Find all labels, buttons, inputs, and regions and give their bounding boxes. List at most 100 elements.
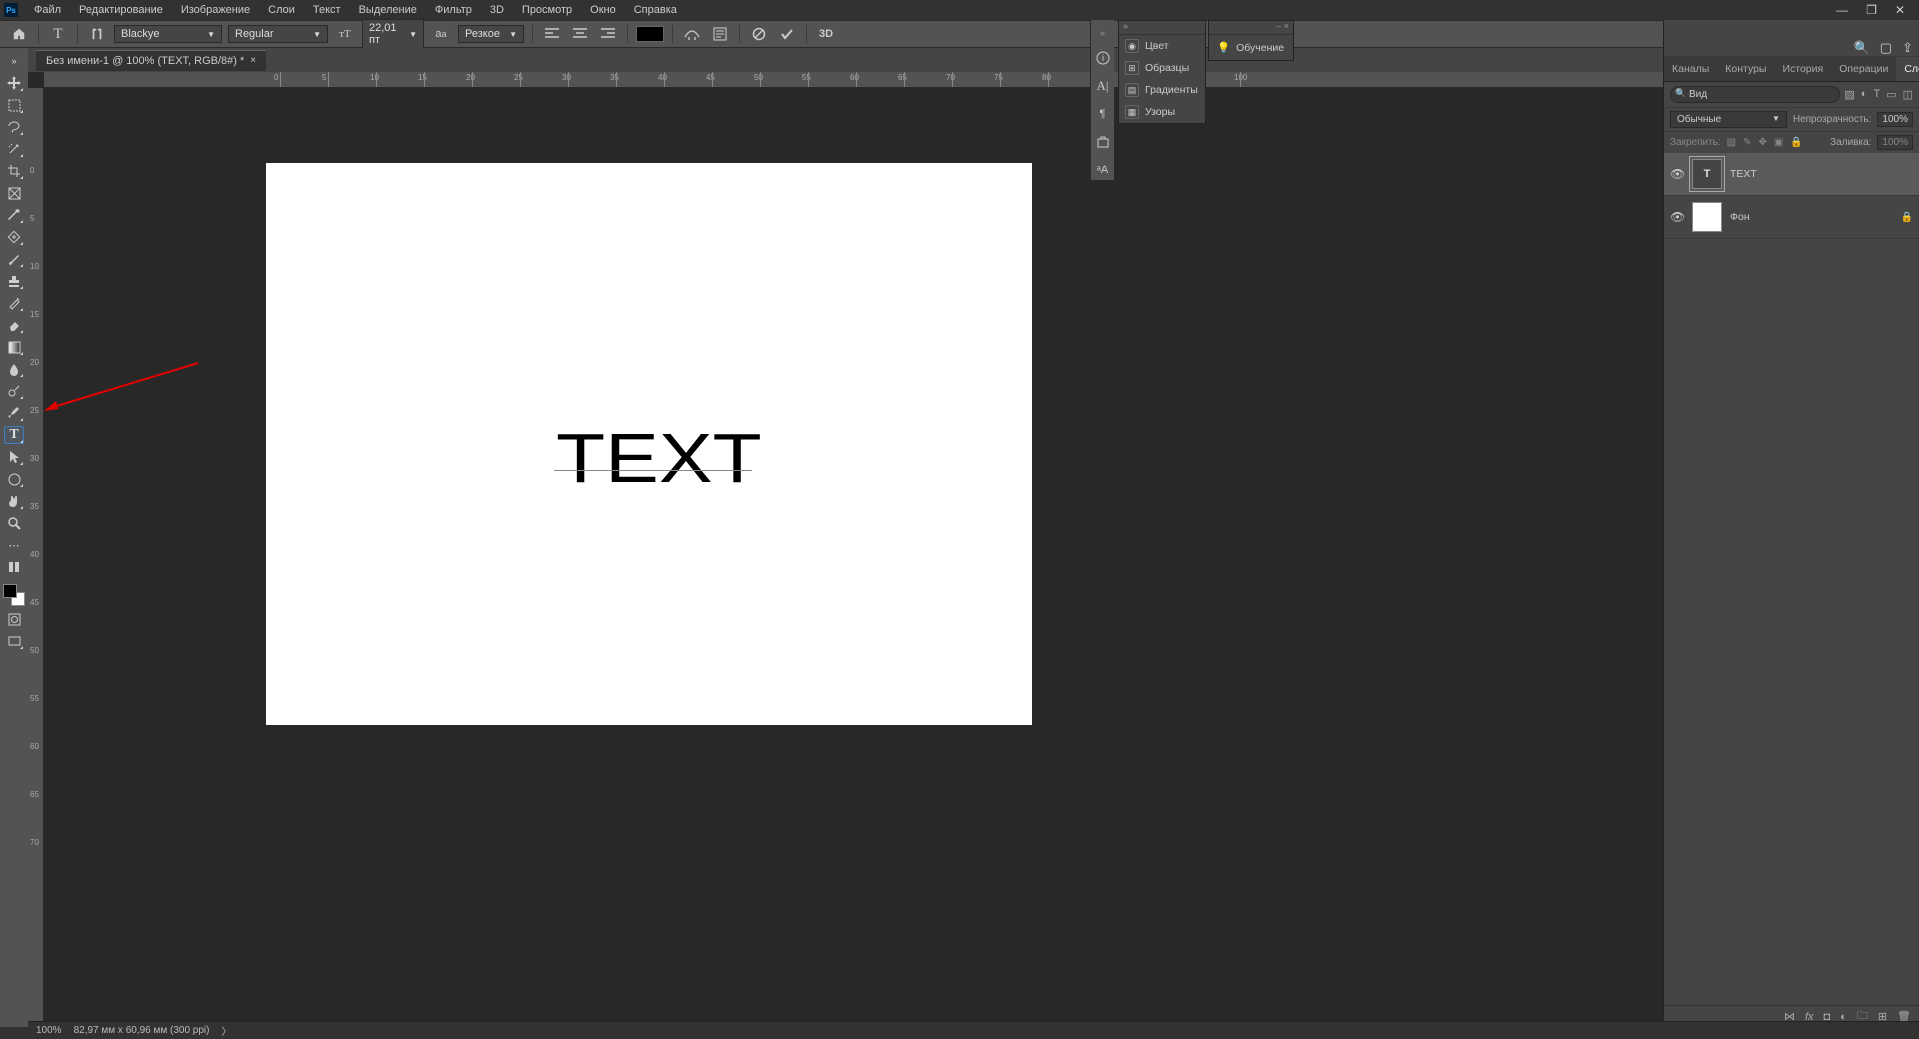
libraries-icon[interactable]: [1095, 134, 1111, 150]
stamp-tool[interactable]: [4, 272, 24, 290]
lock-move-icon[interactable]: ✥: [1759, 137, 1767, 148]
learn-minimize-icon[interactable]: –: [1276, 21, 1281, 34]
canvas-viewport[interactable]: TEXT: [44, 88, 1919, 1027]
visibility-icon[interactable]: 👁: [1670, 167, 1684, 181]
antialias-dropdown[interactable]: Резкое▼: [458, 25, 524, 43]
opacity-value[interactable]: 100%: [1877, 112, 1913, 127]
minimize-button[interactable]: —: [1832, 3, 1852, 17]
menu-layers[interactable]: Слои: [260, 2, 303, 18]
menu-file[interactable]: Файл: [26, 2, 69, 18]
3d-icon[interactable]: 3D: [815, 23, 837, 45]
search-icon[interactable]: 🔍: [1854, 40, 1870, 56]
close-button[interactable]: ✕: [1891, 3, 1909, 17]
fill-value[interactable]: 100%: [1877, 135, 1913, 150]
visibility-icon[interactable]: 👁: [1670, 210, 1684, 224]
blur-tool[interactable]: [4, 360, 24, 378]
hand-tool[interactable]: [4, 492, 24, 510]
tab-layers[interactable]: Слои: [1896, 57, 1919, 81]
menu-help[interactable]: Справка: [626, 2, 685, 18]
menu-window[interactable]: Окно: [582, 2, 624, 18]
collapse-chevron-icon[interactable]: »: [1100, 28, 1105, 38]
layer-thumbnail[interactable]: T: [1692, 159, 1722, 189]
frame-tool[interactable]: [4, 184, 24, 202]
menu-select[interactable]: Выделение: [351, 2, 425, 18]
layer-thumbnail[interactable]: [1692, 202, 1722, 232]
filter-type-icon[interactable]: T: [1873, 88, 1880, 101]
share-icon[interactable]: ⇪: [1902, 40, 1913, 56]
layer-name[interactable]: Фон: [1730, 211, 1750, 223]
flyout-gradients[interactable]: ▤Градиенты: [1119, 79, 1205, 101]
more-tools[interactable]: ⋯: [4, 536, 24, 554]
flyout-patterns[interactable]: ▦Узоры: [1119, 101, 1205, 123]
edit-toolbar-icon[interactable]: [4, 558, 24, 576]
tab-actions[interactable]: Операции: [1831, 57, 1896, 81]
character-icon[interactable]: A|: [1095, 78, 1111, 94]
workspace-icon[interactable]: ▢: [1880, 40, 1892, 56]
flyout-color[interactable]: ◉Цвет: [1119, 35, 1205, 57]
lock-all-icon[interactable]: 🔒: [1790, 137, 1802, 148]
pen-tool[interactable]: [4, 404, 24, 422]
filter-pixel-icon[interactable]: ▨: [1844, 88, 1854, 101]
maximize-button[interactable]: ❐: [1862, 3, 1881, 17]
doc-dimensions[interactable]: 82,97 мм x 60,96 мм (300 ppi): [74, 1025, 210, 1036]
history-brush-tool[interactable]: [4, 294, 24, 312]
menu-3d[interactable]: 3D: [482, 2, 512, 18]
menu-view[interactable]: Просмотр: [514, 2, 580, 18]
screenmode-icon[interactable]: [4, 632, 24, 650]
text-color-swatch[interactable]: [636, 26, 664, 42]
orientation-icon[interactable]: [86, 23, 108, 45]
shape-tool[interactable]: [4, 470, 24, 488]
learn-close-icon[interactable]: ×: [1284, 21, 1289, 34]
font-style-dropdown[interactable]: Regular▼: [228, 25, 328, 43]
quick-mask-icon[interactable]: [4, 610, 24, 628]
color-picker[interactable]: [3, 584, 25, 606]
layer-row[interactable]: 👁 Фон 🔒: [1664, 196, 1919, 239]
filter-shape-icon[interactable]: ▭: [1886, 88, 1896, 101]
align-center-icon[interactable]: [569, 23, 591, 45]
canvas-text[interactable]: TEXT: [556, 418, 762, 498]
glyphs-icon[interactable]: ᵃA: [1095, 162, 1111, 178]
cancel-icon[interactable]: [748, 23, 770, 45]
dodge-tool[interactable]: [4, 382, 24, 400]
home-icon[interactable]: [8, 23, 30, 45]
filter-adjust-icon[interactable]: ◐: [1861, 88, 1868, 101]
commit-icon[interactable]: [776, 23, 798, 45]
paragraph-icon[interactable]: ¶: [1095, 106, 1111, 122]
layer-filter-input[interactable]: Вид: [1670, 86, 1840, 103]
wand-tool[interactable]: [4, 140, 24, 158]
blend-mode-dropdown[interactable]: Обычные▼: [1670, 111, 1787, 128]
flyout-swatches[interactable]: ⊞Образцы: [1119, 57, 1205, 79]
expand-icon[interactable]: »: [4, 52, 24, 70]
marquee-tool[interactable]: [4, 96, 24, 114]
lock-pixels-icon[interactable]: ▨: [1727, 137, 1736, 148]
menu-edit[interactable]: Редактирование: [71, 2, 171, 18]
warp-text-icon[interactable]: [681, 23, 703, 45]
character-panel-icon[interactable]: [709, 23, 731, 45]
move-tool[interactable]: [4, 74, 24, 92]
close-tab-icon[interactable]: ×: [250, 55, 256, 66]
canvas[interactable]: TEXT: [266, 163, 1032, 725]
tab-history[interactable]: История: [1774, 57, 1831, 81]
document-tab[interactable]: Без имени-1 @ 100% (TEXT, RGB/8#) * ×: [36, 50, 266, 71]
layer-name[interactable]: TEXT: [1730, 168, 1757, 180]
align-left-icon[interactable]: [541, 23, 563, 45]
brush-tool[interactable]: [4, 250, 24, 268]
learn-row[interactable]: 💡 Обучение: [1209, 35, 1293, 60]
lock-artboard-icon[interactable]: ▣: [1774, 137, 1783, 148]
layer-row[interactable]: 👁 T TEXT: [1664, 153, 1919, 196]
font-size-dropdown[interactable]: 22,01 пт▼: [362, 19, 424, 49]
filter-smart-icon[interactable]: ◫: [1903, 88, 1913, 101]
properties-icon[interactable]: i: [1095, 50, 1111, 66]
crop-tool[interactable]: [4, 162, 24, 180]
menu-filter[interactable]: Фильтр: [427, 2, 480, 18]
eyedropper-tool[interactable]: [4, 206, 24, 224]
align-right-icon[interactable]: [597, 23, 619, 45]
type-tool[interactable]: T: [4, 426, 24, 444]
heal-tool[interactable]: [4, 228, 24, 246]
eraser-tool[interactable]: [4, 316, 24, 334]
gradient-tool[interactable]: [4, 338, 24, 356]
tab-channels[interactable]: Каналы: [1664, 57, 1717, 81]
lasso-tool[interactable]: [4, 118, 24, 136]
tab-paths[interactable]: Контуры: [1717, 57, 1774, 81]
zoom-tool[interactable]: [4, 514, 24, 532]
